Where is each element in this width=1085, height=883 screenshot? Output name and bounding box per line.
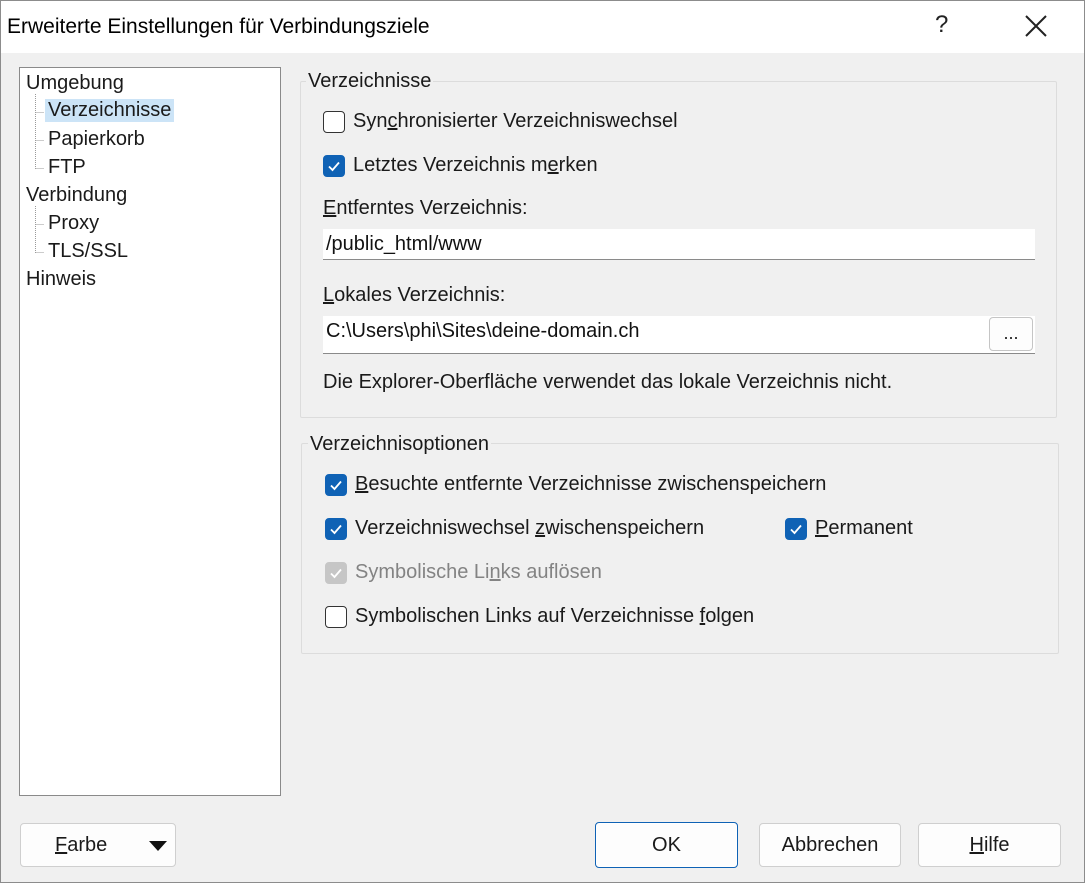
resolve-symlinks-label: Symbolische Links auflösen	[355, 561, 602, 583]
help-button-label: Hilfe	[969, 833, 1010, 856]
close-icon[interactable]	[1021, 11, 1051, 41]
remote-dir-label: Entferntes Verzeichnis:	[323, 197, 528, 219]
permanent-row[interactable]: Permanent	[785, 517, 913, 540]
checkmark-icon	[330, 480, 342, 490]
dropdown-arrow-icon	[149, 841, 167, 851]
window-title: Erweiterte Einstellungen für Verbindungs…	[7, 15, 430, 38]
cache-visited-row[interactable]: Besuchte entfernte Verzeichnisse zwische…	[325, 473, 826, 496]
sync-browsing-checkbox[interactable]	[323, 110, 345, 133]
color-button[interactable]: Farbe	[20, 823, 176, 867]
resolve-symlinks-checkbox	[325, 561, 347, 584]
checkmark-icon	[330, 568, 342, 578]
sync-browsing-row[interactable]: Synchronisierter Verzeichniswechsel	[323, 110, 678, 133]
tree-item-hinweis[interactable]: Hinweis	[26, 268, 96, 291]
sync-browsing-label: Synchronisierter Verzeichniswechsel	[353, 110, 678, 132]
tree-item-tls-ssl[interactable]: TLS/SSL	[45, 240, 131, 263]
settings-tree[interactable]: Umgebung Verzeichnisse Papierkorb FTP Ve…	[19, 67, 281, 796]
cache-visited-checkbox[interactable]	[325, 473, 347, 496]
ok-button[interactable]: OK	[595, 822, 738, 868]
resolve-symlinks-row: Symbolische Links auflösen	[325, 561, 602, 584]
cache-changes-row[interactable]: Verzeichniswechsel zwischenspeichern	[325, 517, 704, 540]
follow-symlinks-row[interactable]: Symbolischen Links auf Verzeichnisse fol…	[325, 605, 754, 628]
tree-item-verbindung[interactable]: Verbindung	[26, 184, 127, 207]
cache-visited-label: Besuchte entfernte Verzeichnisse zwische…	[355, 473, 827, 495]
checkmark-icon	[328, 161, 340, 171]
cache-changes-label: Verzeichniswechsel zwischenspeichern	[355, 517, 705, 539]
local-dir-input[interactable]: C:\Users\phi\Sites\deine-domain.ch	[323, 316, 1035, 354]
browse-button[interactable]: ...	[989, 317, 1033, 351]
permanent-label: Permanent	[815, 517, 913, 539]
follow-symlinks-checkbox[interactable]	[325, 605, 347, 628]
remember-last-dir-row[interactable]: Letztes Verzeichnis merken	[323, 154, 598, 177]
explorer-note: Die Explorer-Oberfläche verwendet das lo…	[323, 371, 893, 393]
tree-item-umgebung[interactable]: Umgebung	[26, 72, 124, 95]
checkmark-icon	[330, 524, 342, 534]
tree-item-papierkorb[interactable]: Papierkorb	[45, 128, 148, 151]
color-button-label: Farbe	[55, 833, 108, 856]
directories-group-title: Verzeichnisse	[306, 70, 434, 93]
permanent-checkbox[interactable]	[785, 517, 807, 540]
directory-options-group-title: Verzeichnisoptionen	[308, 433, 492, 456]
tree-item-proxy[interactable]: Proxy	[45, 212, 102, 235]
checkmark-icon	[790, 524, 802, 534]
help-button[interactable]: Hilfe	[918, 823, 1061, 867]
cancel-button[interactable]: Abbrechen	[759, 823, 901, 867]
tree-item-verzeichnisse[interactable]: Verzeichnisse	[45, 99, 175, 122]
follow-symlinks-label: Symbolischen Links auf Verzeichnisse fol…	[355, 605, 755, 627]
remember-last-dir-label: Letztes Verzeichnis merken	[353, 154, 598, 176]
remember-last-dir-checkbox[interactable]	[323, 154, 345, 177]
help-titlebar-button[interactable]: ?	[935, 11, 948, 39]
title-bar: Erweiterte Einstellungen für Verbindungs…	[1, 1, 1084, 53]
local-dir-label: Lokales Verzeichnis:	[323, 284, 506, 306]
remote-dir-input[interactable]: /public_html/www	[323, 229, 1035, 260]
cache-changes-checkbox[interactable]	[325, 517, 347, 540]
dialog-window: Erweiterte Einstellungen für Verbindungs…	[0, 0, 1085, 883]
tree-item-ftp[interactable]: FTP	[45, 156, 89, 179]
